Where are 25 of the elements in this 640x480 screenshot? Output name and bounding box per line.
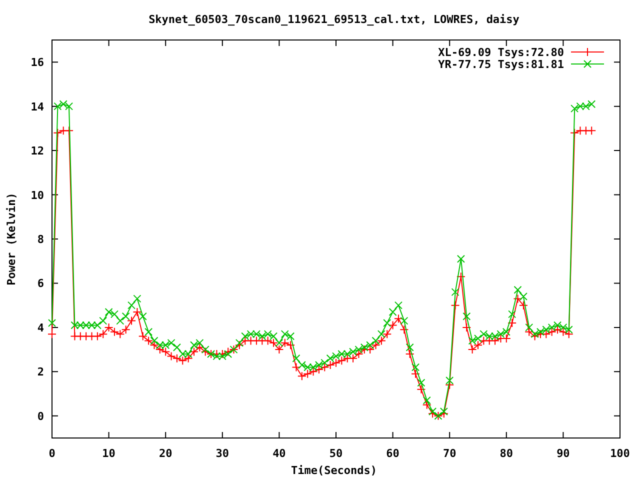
y-tick-label: 0 bbox=[37, 410, 44, 423]
x-tick-label: 90 bbox=[556, 447, 570, 460]
x-tick-label: 80 bbox=[500, 447, 514, 460]
x-tick-label: 40 bbox=[272, 447, 286, 460]
y-tick-label: 2 bbox=[37, 366, 44, 379]
legend-label: XL-69.09 Tsys:72.80 bbox=[438, 46, 564, 59]
x-tick-label: 30 bbox=[216, 447, 230, 460]
x-tick-label: 10 bbox=[102, 447, 116, 460]
y-tick-label: 10 bbox=[30, 188, 44, 202]
y-tick-label: 8 bbox=[37, 233, 44, 246]
x-axis-label: Time(Seconds) bbox=[290, 464, 378, 477]
legend-label: YR-77.75 Tsys:81.81 bbox=[438, 58, 564, 71]
x-tick-label: 0 bbox=[48, 447, 56, 460]
x-tick-label: 50 bbox=[329, 447, 343, 460]
x-tick-label: 20 bbox=[158, 447, 172, 460]
y-tick-label: 12 bbox=[30, 144, 44, 158]
x-tick-label: 60 bbox=[386, 447, 400, 460]
chart-title: Skynet_60503_70scan0_119621_69513_cal.txt, LOWRES, daisy bbox=[148, 13, 520, 26]
y-tick-label: 6 bbox=[37, 277, 44, 290]
y-axis-label: Power (Kelvin) bbox=[5, 192, 18, 286]
y-tick-label: 4 bbox=[37, 321, 44, 334]
y-tick-label: 14 bbox=[30, 100, 44, 114]
x-tick-label: 70 bbox=[442, 447, 456, 460]
y-tick-label: 16 bbox=[30, 56, 44, 70]
x-tick-label: 100 bbox=[610, 447, 630, 460]
